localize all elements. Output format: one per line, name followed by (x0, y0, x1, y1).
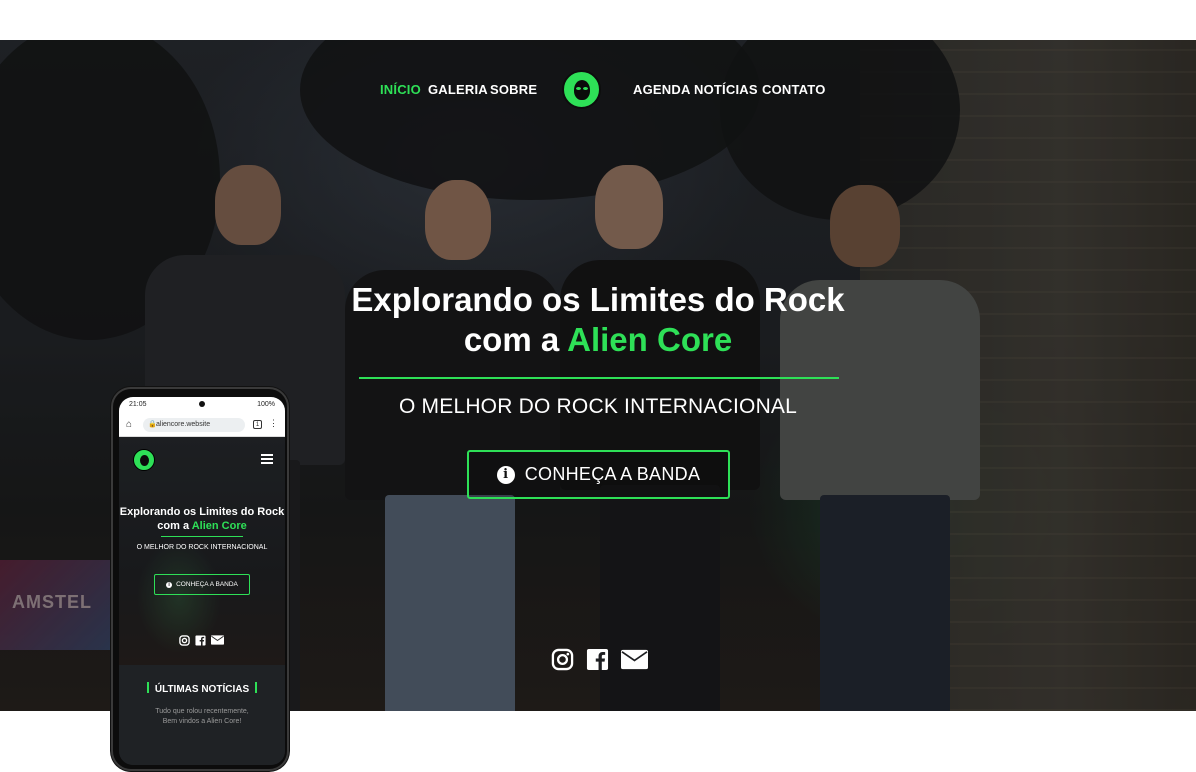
envelope-icon[interactable] (621, 649, 648, 670)
phone-screen: 21:05 100% ⌂ 🔒 aliencore.website 1 ⋮ Exp… (119, 397, 285, 765)
latest-news-section: ÚLTIMAS NOTÍCIAS Tudo que rolou recentem… (119, 665, 285, 765)
home-icon[interactable]: ⌂ (126, 419, 132, 430)
alien-core-logo-icon[interactable] (562, 70, 601, 109)
social-links (551, 648, 648, 671)
nav-agenda[interactable]: AGENDA (633, 82, 691, 97)
mobile-headline: Explorando os Limites do Rock com a Alie… (119, 505, 285, 533)
phone-mockup: 21:05 100% ⌂ 🔒 aliencore.website 1 ⋮ Exp… (111, 387, 289, 771)
meet-the-band-button[interactable]: i CONHEÇA A BANDA (467, 450, 730, 499)
nav-contato[interactable]: CONTATO (762, 82, 826, 97)
mobile-hero-overlay (119, 437, 285, 665)
mobile-headline-divider (161, 536, 243, 537)
hero-tagline: O MELHOR DO ROCK INTERNACIONAL (398, 395, 798, 418)
info-circle-icon: i (496, 465, 515, 484)
hero-headline: Explorando os Limites do Rock com a Alie… (298, 280, 898, 360)
kebab-menu-icon[interactable]: ⋮ (269, 418, 278, 429)
latest-news-subtitle: Tudo que rolou recentemente, Bem vindos … (155, 708, 249, 725)
headline-divider (359, 377, 839, 379)
address-field[interactable]: 🔒 aliencore.website (143, 418, 245, 432)
title-bar-right (255, 682, 258, 693)
envelope-icon[interactable] (211, 635, 224, 645)
title-bar-left (146, 682, 149, 693)
lock-icon: 🔒 (148, 421, 157, 428)
address-text: aliencore.website (156, 421, 211, 428)
status-time: 21:05 (129, 401, 147, 408)
browser-url-bar: ⌂ 🔒 aliencore.website 1 ⋮ (119, 413, 285, 437)
nav-sobre[interactable]: SOBRE (490, 82, 537, 97)
mobile-headline-line-2-prefix: com a (157, 520, 192, 532)
cta-label: CONHEÇA A BANDA (524, 464, 701, 484)
front-camera (199, 401, 205, 407)
instagram-icon[interactable] (551, 648, 574, 671)
mobile-meet-the-band-button[interactable]: i CONHEÇA A BANDA (154, 574, 250, 595)
status-battery: 100% (257, 401, 275, 408)
facebook-icon[interactable] (586, 648, 609, 671)
mobile-headline-band-name: Alien Core (191, 520, 247, 532)
nav-noticias[interactable]: NOTÍCIAS (694, 82, 758, 97)
mobile-hero: Explorando os Limites do Rock com a Alie… (119, 437, 285, 665)
nav-galeria[interactable]: GALERIA (428, 82, 488, 97)
tabs-counter[interactable]: 1 (253, 420, 262, 429)
mobile-tagline: O MELHOR DO ROCK INTERNACIONAL (136, 544, 268, 551)
phone-status-bar: 21:05 100% (119, 397, 285, 413)
headline-line-1: Explorando os Limites do Rock (351, 281, 845, 318)
latest-news-title: ÚLTIMAS NOTÍCIAS (119, 682, 285, 695)
mobile-headline-line-1: Explorando os Limites do Rock (119, 506, 285, 518)
mobile-logo-icon[interactable] (133, 449, 155, 471)
hamburger-menu-icon[interactable] (261, 454, 273, 464)
nav-inicio[interactable]: INÍCIO (380, 82, 421, 97)
facebook-icon[interactable] (195, 635, 206, 646)
mobile-cta-label: CONHEÇA A BANDA (176, 581, 238, 588)
headline-line-2-prefix: com a (463, 321, 568, 358)
mobile-social-links (179, 635, 224, 646)
headline-band-name: Alien Core (567, 321, 733, 358)
info-circle-icon: i (166, 581, 173, 588)
instagram-icon[interactable] (179, 635, 190, 646)
